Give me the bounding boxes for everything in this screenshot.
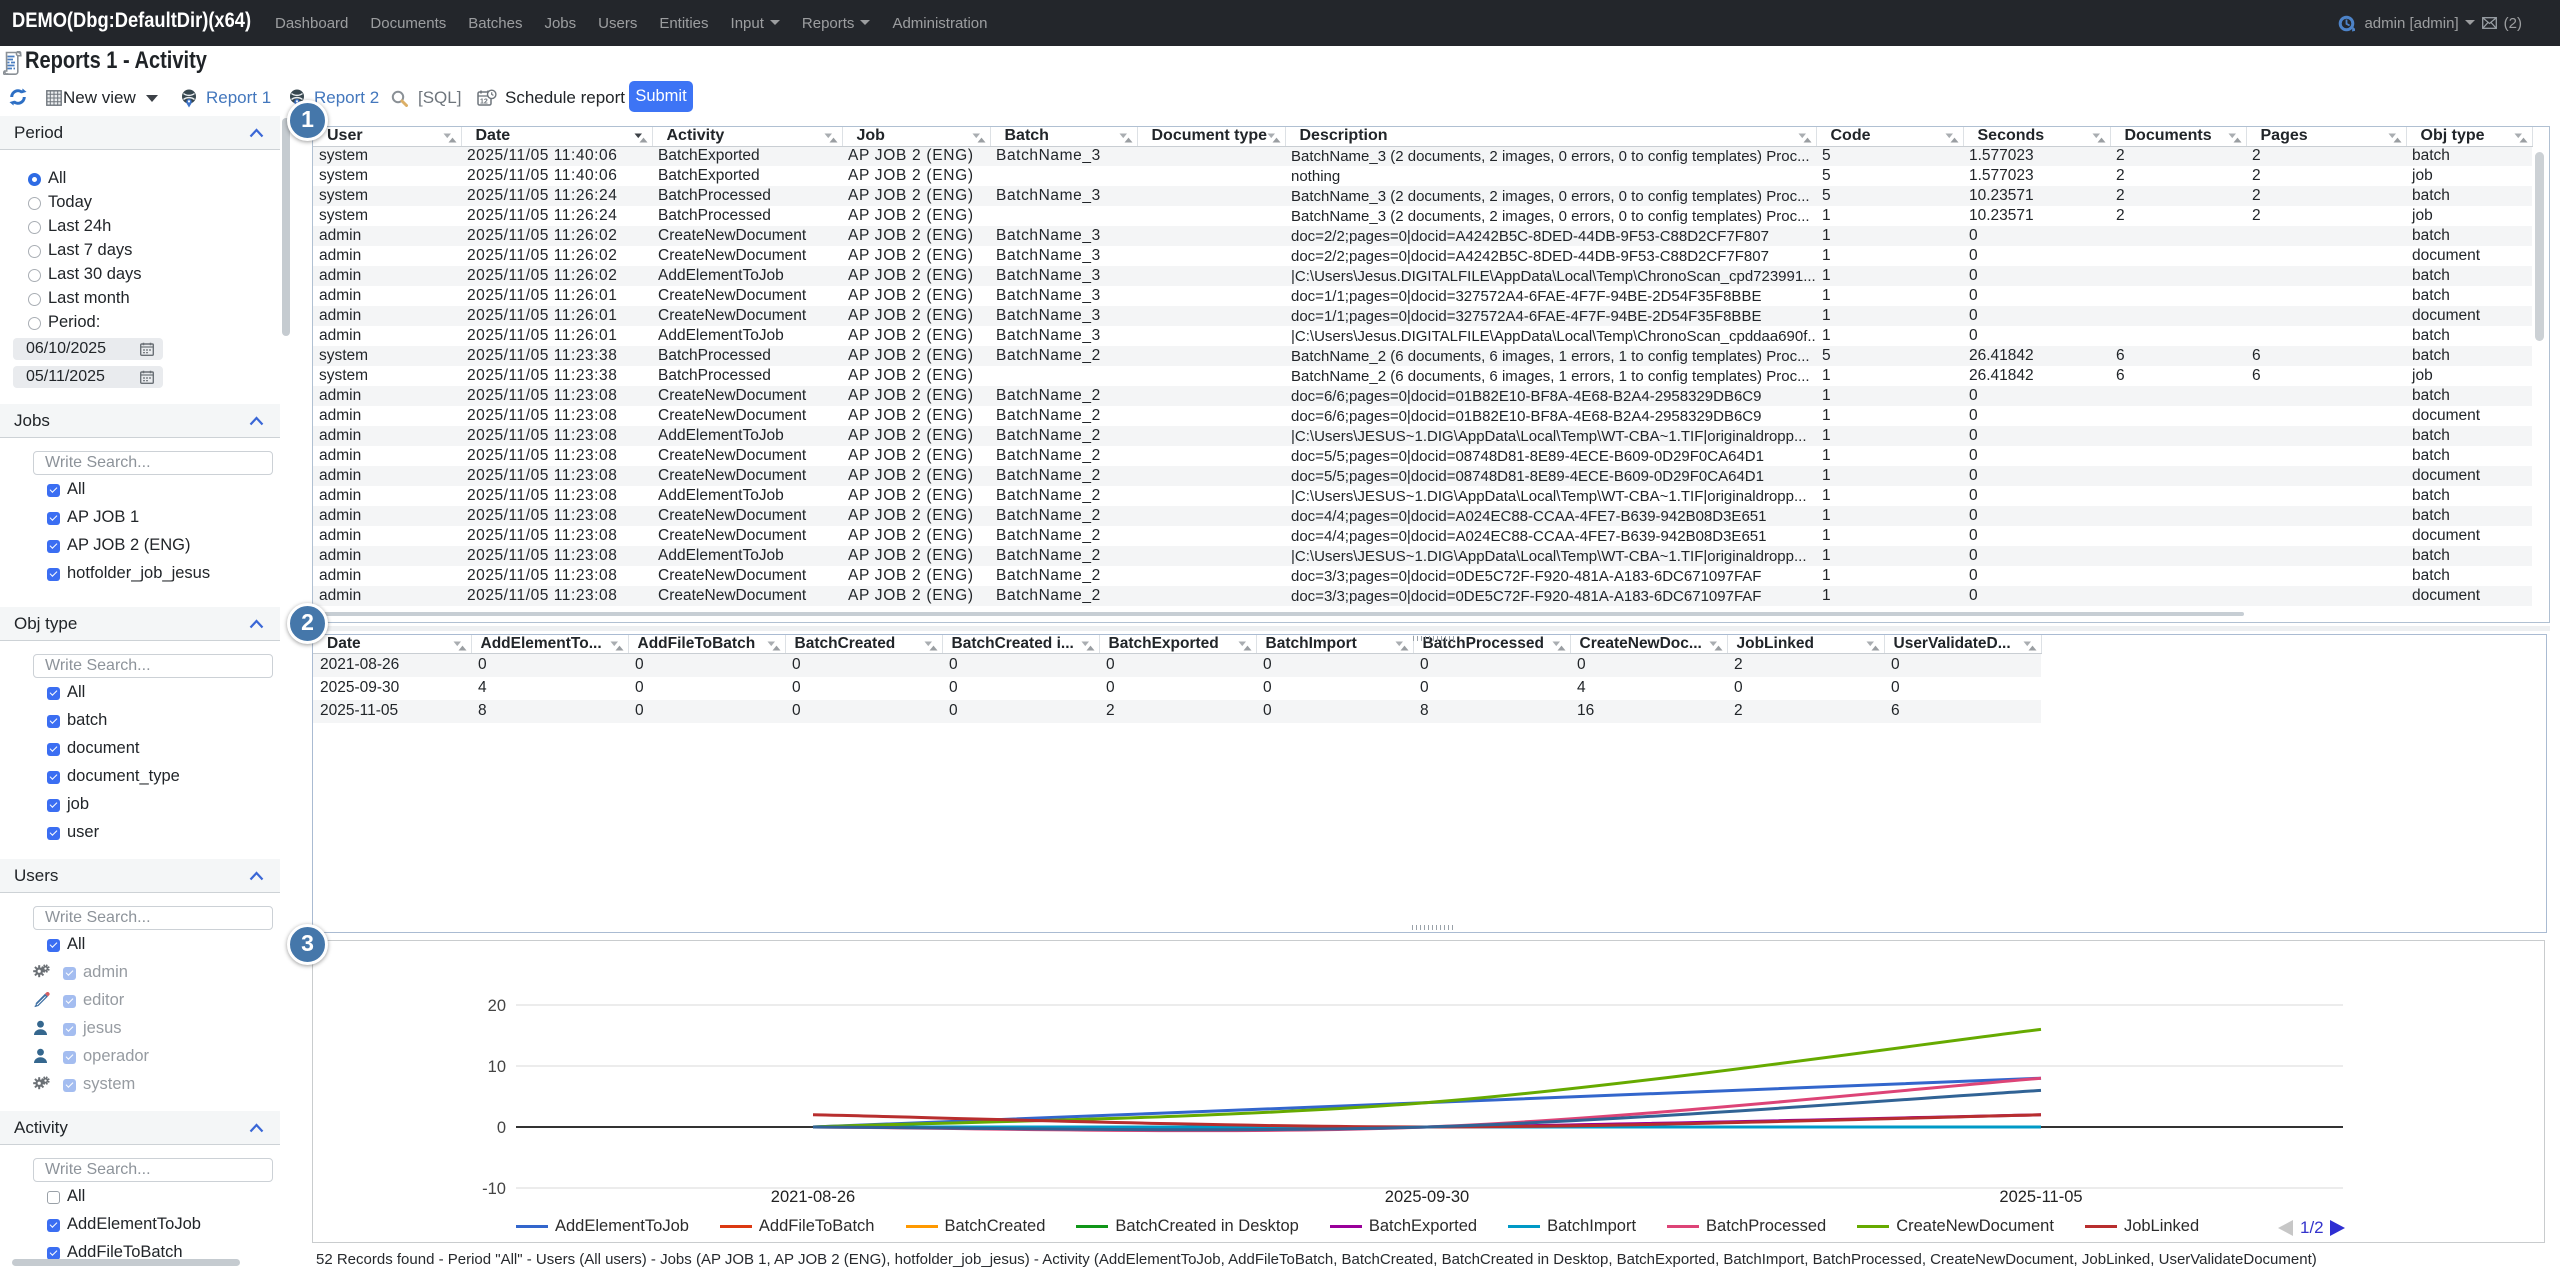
svg-text:2025-11-05: 2025-11-05: [1999, 1188, 2082, 1206]
svg-text:0: 0: [497, 1119, 506, 1137]
svg-text:20: 20: [488, 997, 506, 1015]
svg-text:12: 12: [480, 98, 488, 105]
svg-text:10: 10: [488, 1058, 506, 1076]
svg-text:2025-09-30: 2025-09-30: [1385, 1188, 1469, 1206]
svg-text:-10: -10: [482, 1180, 506, 1198]
svg-text:2021-08-26: 2021-08-26: [771, 1188, 855, 1206]
